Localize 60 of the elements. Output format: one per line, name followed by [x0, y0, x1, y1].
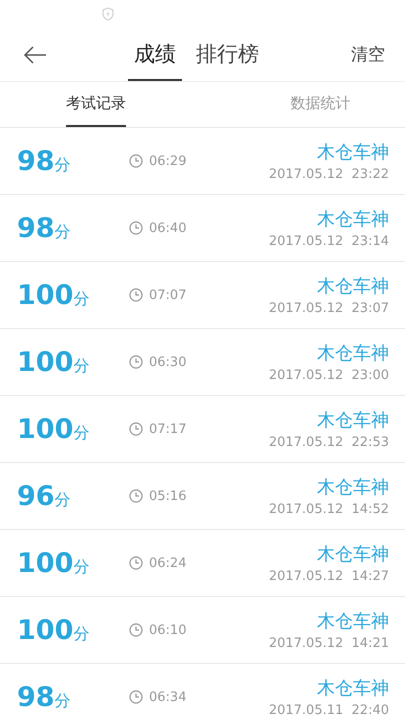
user-name: 木仓车神 [317, 141, 389, 164]
score-unit: 分 [54, 154, 71, 176]
date-time: 2017.05.12 14:27 [268, 569, 389, 584]
duration-text: 07:17 [149, 422, 186, 436]
score-value: 100 [17, 280, 74, 310]
tab[interactable]: 考试记录 [66, 82, 126, 127]
date-time: 2017.05.12 14:52 [268, 502, 389, 517]
score-value: 100 [17, 414, 74, 444]
back-arrow-icon[interactable] [23, 46, 47, 64]
score-value: 96 [17, 480, 55, 512]
date-time: 2017.05.12 23:22 [268, 167, 389, 182]
score-value: 100 [17, 614, 74, 646]
user-name: 木仓车神 [317, 342, 389, 365]
shield-icon [102, 7, 114, 21]
clock-icon [129, 288, 143, 302]
user-name: 木仓车神 [317, 476, 389, 499]
duration-text: 06:34 [149, 690, 186, 704]
clear-button[interactable]: 清空 [351, 43, 385, 66]
score-unit: 分 [73, 288, 90, 310]
duration-text: 06:30 [149, 354, 186, 370]
date-time: 2017.05.12 14:21 [268, 636, 389, 651]
clock-icon [129, 556, 143, 570]
score-unit: 分 [73, 624, 90, 644]
date-time: 2017.05.12 23:07 [268, 301, 389, 316]
score-unit: 分 [73, 356, 90, 376]
user-name: 木仓车神 [317, 610, 389, 633]
clock-icon [129, 623, 143, 637]
score-value: 98 [17, 682, 55, 712]
user-name: 木仓车神 [317, 543, 389, 566]
duration-text: 06:29 [149, 154, 186, 168]
clock-icon [129, 221, 143, 235]
score-value: 98 [17, 146, 55, 176]
clock-icon [129, 489, 143, 503]
user-name: 木仓车神 [317, 275, 389, 298]
user-name: 木仓车神 [317, 409, 389, 432]
date-time: 2017.05.12 23:00 [268, 368, 389, 383]
date-time: 2017.05.12 23:14 [268, 234, 389, 249]
tab[interactable]: 成绩 [128, 28, 182, 81]
user-name: 木仓车神 [317, 677, 389, 700]
tab[interactable]: 排行榜 [190, 28, 265, 81]
duration-text: 07:07 [149, 288, 186, 302]
score-unit: 分 [54, 690, 71, 712]
duration-text: 06:10 [149, 622, 186, 638]
clock-icon [129, 154, 143, 168]
user-name: 木仓车神 [317, 208, 389, 231]
duration-text: 05:16 [149, 488, 186, 504]
score-value: 98 [17, 212, 55, 244]
date-time: 2017.05.11 22:40 [268, 703, 389, 718]
score-value: 100 [17, 346, 74, 378]
score-value: 100 [17, 548, 74, 578]
date-time: 2017.05.12 22:53 [268, 435, 389, 450]
score-unit: 分 [73, 422, 90, 444]
score-unit: 分 [73, 556, 90, 578]
duration-text: 06:40 [149, 220, 186, 236]
clock-icon [129, 422, 143, 436]
duration-text: 06:24 [149, 556, 186, 570]
clock-icon [129, 690, 143, 704]
score-unit: 分 [54, 222, 71, 242]
score-unit: 分 [54, 490, 71, 510]
clock-icon [129, 355, 143, 369]
